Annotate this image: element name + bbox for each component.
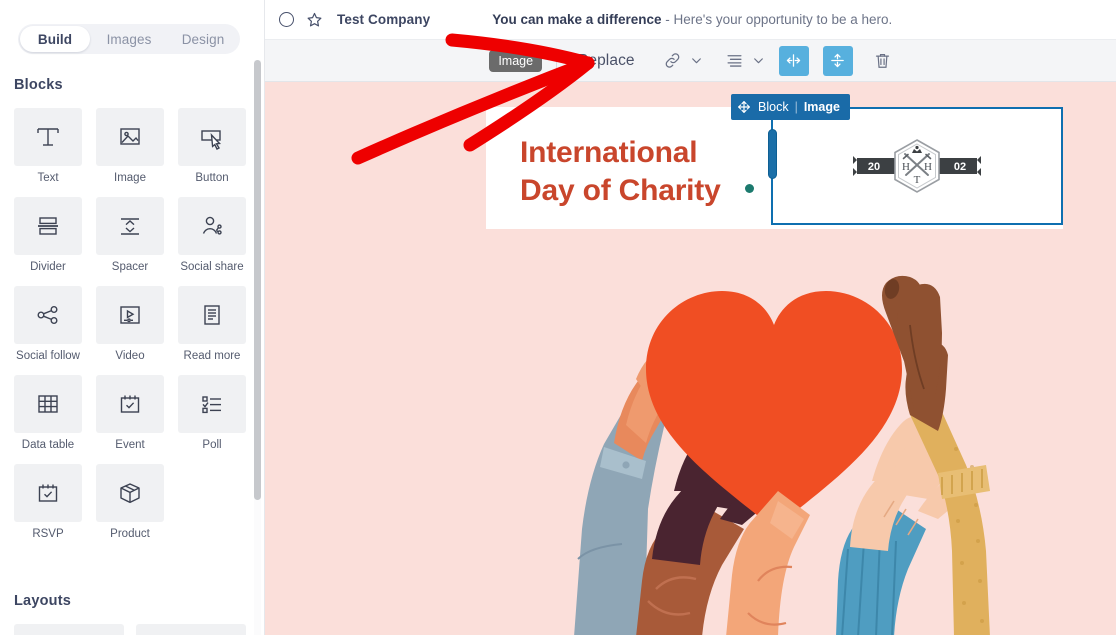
svg-text:H: H — [924, 161, 932, 173]
svg-text:20: 20 — [868, 161, 880, 173]
block-resize-handle[interactable] — [768, 129, 777, 179]
subject-bold: You can make a difference — [492, 12, 662, 27]
align-icon[interactable] — [725, 51, 744, 70]
block-data-table[interactable]: Data table — [14, 375, 82, 452]
selected-image-block[interactable]: 20 02 H H T — [771, 107, 1063, 225]
blocks-grid: Text Image Button Divider Spacer Social … — [14, 108, 246, 541]
headline-accent-dot — [745, 184, 754, 193]
badge-block-label: Block — [758, 100, 789, 114]
chevron-down-icon[interactable] — [690, 54, 703, 67]
badge-separator: | — [794, 100, 798, 114]
email-header-row: International Day of Charity 20 02 H H T… — [486, 94, 1063, 229]
hero-illustration-row[interactable] — [486, 229, 1063, 635]
badge-type-label: Image — [803, 100, 840, 114]
email-header-bar: Test Company You can make a difference -… — [265, 0, 1116, 40]
block-spacer[interactable]: Spacer — [96, 197, 164, 274]
block-video[interactable]: Video — [96, 286, 164, 363]
spacer-icon — [96, 197, 164, 255]
link-icon[interactable] — [663, 51, 682, 70]
chevron-down-icon[interactable] — [752, 54, 765, 67]
block-label: Product — [110, 528, 150, 540]
video-icon — [96, 286, 164, 344]
sidebar-scrollbar-thumb[interactable] — [254, 60, 261, 500]
sidebar-tabs: Build Images Design — [18, 24, 240, 54]
tab-build[interactable]: Build — [20, 26, 90, 52]
image-type-chip[interactable]: Image — [489, 49, 543, 72]
block-label: Poll — [202, 439, 222, 451]
block-product[interactable]: Product — [96, 464, 164, 541]
star-icon[interactable] — [306, 11, 323, 28]
block-divider[interactable]: Divider — [14, 197, 82, 274]
left-sidebar: Build Images Design Blocks Text Image Bu… — [0, 0, 265, 635]
subject-preview: - Here's your opportunity to be a hero. — [661, 12, 893, 27]
email-subject-line: You can make a difference - Here's your … — [492, 12, 892, 27]
blocks-section-title: Blocks — [14, 77, 63, 93]
tab-design[interactable]: Design — [168, 26, 238, 52]
block-label: Social follow — [16, 350, 80, 362]
app-root: Build Images Design Blocks Text Image Bu… — [0, 0, 1116, 635]
company-name: Test Company — [337, 12, 431, 27]
calendar-check-icon — [96, 375, 164, 433]
block-social-share[interactable]: Social share — [178, 197, 246, 274]
layout-tile[interactable] — [136, 624, 246, 635]
social-share-icon — [178, 197, 246, 255]
svg-text:T: T — [914, 174, 921, 186]
block-type-badge[interactable]: Block | Image — [731, 94, 850, 120]
block-event[interactable]: Event — [96, 375, 164, 452]
block-image[interactable]: Image — [96, 108, 164, 185]
block-social-follow[interactable]: Social follow — [14, 286, 82, 363]
block-label: Event — [115, 439, 145, 451]
circle-icon[interactable] — [279, 12, 294, 27]
block-text[interactable]: Text — [14, 108, 82, 185]
block-label: Video — [115, 350, 145, 362]
calendar-check-icon — [14, 464, 82, 522]
image-icon — [96, 108, 164, 166]
resize-horizontal-icon[interactable] — [778, 45, 809, 76]
social-follow-icon — [14, 286, 82, 344]
headline-line-2: Day of Charity — [520, 174, 721, 207]
block-rsvp[interactable]: RSVP — [14, 464, 82, 541]
layouts-grid — [14, 624, 246, 635]
headline-line-1: International — [520, 136, 698, 169]
poll-icon — [178, 375, 246, 433]
block-poll[interactable]: Poll — [178, 375, 246, 452]
layouts-section-title: Layouts — [14, 593, 71, 609]
move-arrows-icon — [736, 99, 752, 115]
email-canvas: International Day of Charity 20 02 H H T… — [265, 82, 1116, 635]
replace-button[interactable]: Replace — [571, 52, 641, 70]
block-read-more[interactable]: Read more — [178, 286, 246, 363]
block-label: Data table — [21, 439, 75, 451]
email-body: International Day of Charity 20 02 H H T… — [486, 94, 1063, 635]
block-label: Image — [114, 172, 146, 184]
read-more-icon — [178, 286, 246, 344]
resize-vertical-icon[interactable] — [822, 45, 853, 76]
tab-images[interactable]: Images — [94, 26, 164, 52]
text-icon — [14, 108, 82, 166]
toolbar-divider — [556, 49, 558, 72]
block-label: Spacer — [111, 261, 149, 273]
button-cursor-icon — [178, 108, 246, 166]
layout-tile[interactable] — [14, 624, 124, 635]
block-label: Text — [37, 172, 59, 184]
vintage-hexagon-badge-logo: 20 02 H H T — [851, 138, 983, 194]
block-label: RSVP — [32, 528, 64, 540]
svg-text:H: H — [902, 161, 910, 173]
block-label: Button — [195, 172, 229, 184]
svg-text:02: 02 — [954, 161, 966, 173]
product-box-icon — [96, 464, 164, 522]
divider-icon — [14, 197, 82, 255]
block-toolbar: Image Replace — [265, 40, 1116, 82]
block-button[interactable]: Button — [178, 108, 246, 185]
trash-icon[interactable] — [873, 51, 892, 70]
block-label: Read more — [183, 350, 241, 362]
block-label: Social share — [180, 261, 244, 273]
data-table-icon — [14, 375, 82, 433]
block-label: Divider — [30, 261, 66, 273]
headline-text: International Day of Charity — [520, 134, 721, 210]
